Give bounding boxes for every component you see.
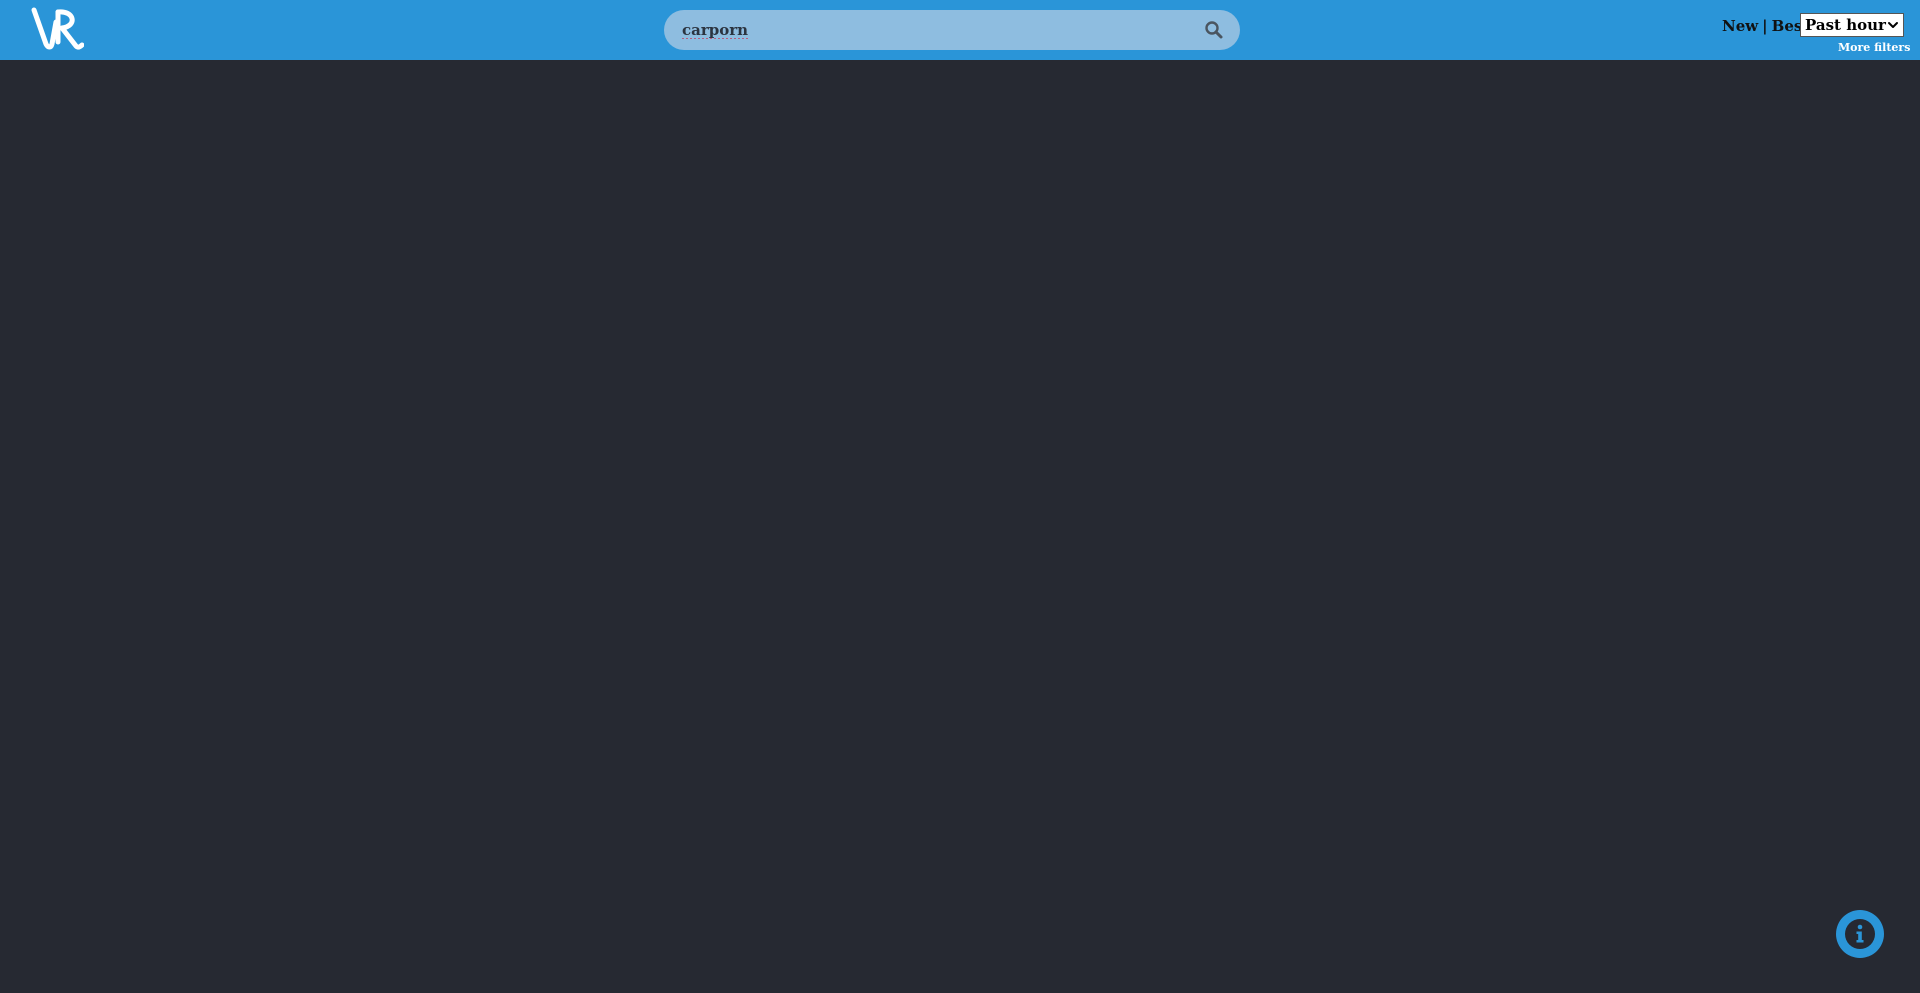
chevron-down-icon bbox=[1888, 22, 1898, 28]
sort-separator: | bbox=[1762, 17, 1768, 35]
search-icon[interactable] bbox=[1204, 20, 1224, 40]
top-bar: New | Best Past hour More filters bbox=[0, 0, 1920, 60]
time-filter-select[interactable]: Past hour bbox=[1800, 13, 1904, 37]
search-input[interactable] bbox=[682, 10, 1182, 50]
search-bar bbox=[664, 10, 1240, 50]
more-filters-link[interactable]: More filters bbox=[1838, 41, 1910, 54]
vr-logo-icon[interactable] bbox=[28, 4, 84, 52]
sort-options: New | Best bbox=[1722, 15, 1809, 37]
sort-new-link[interactable]: New bbox=[1722, 17, 1758, 35]
time-filter-value: Past hour bbox=[1805, 16, 1886, 34]
info-button[interactable] bbox=[1836, 910, 1884, 958]
info-icon bbox=[1845, 919, 1875, 949]
